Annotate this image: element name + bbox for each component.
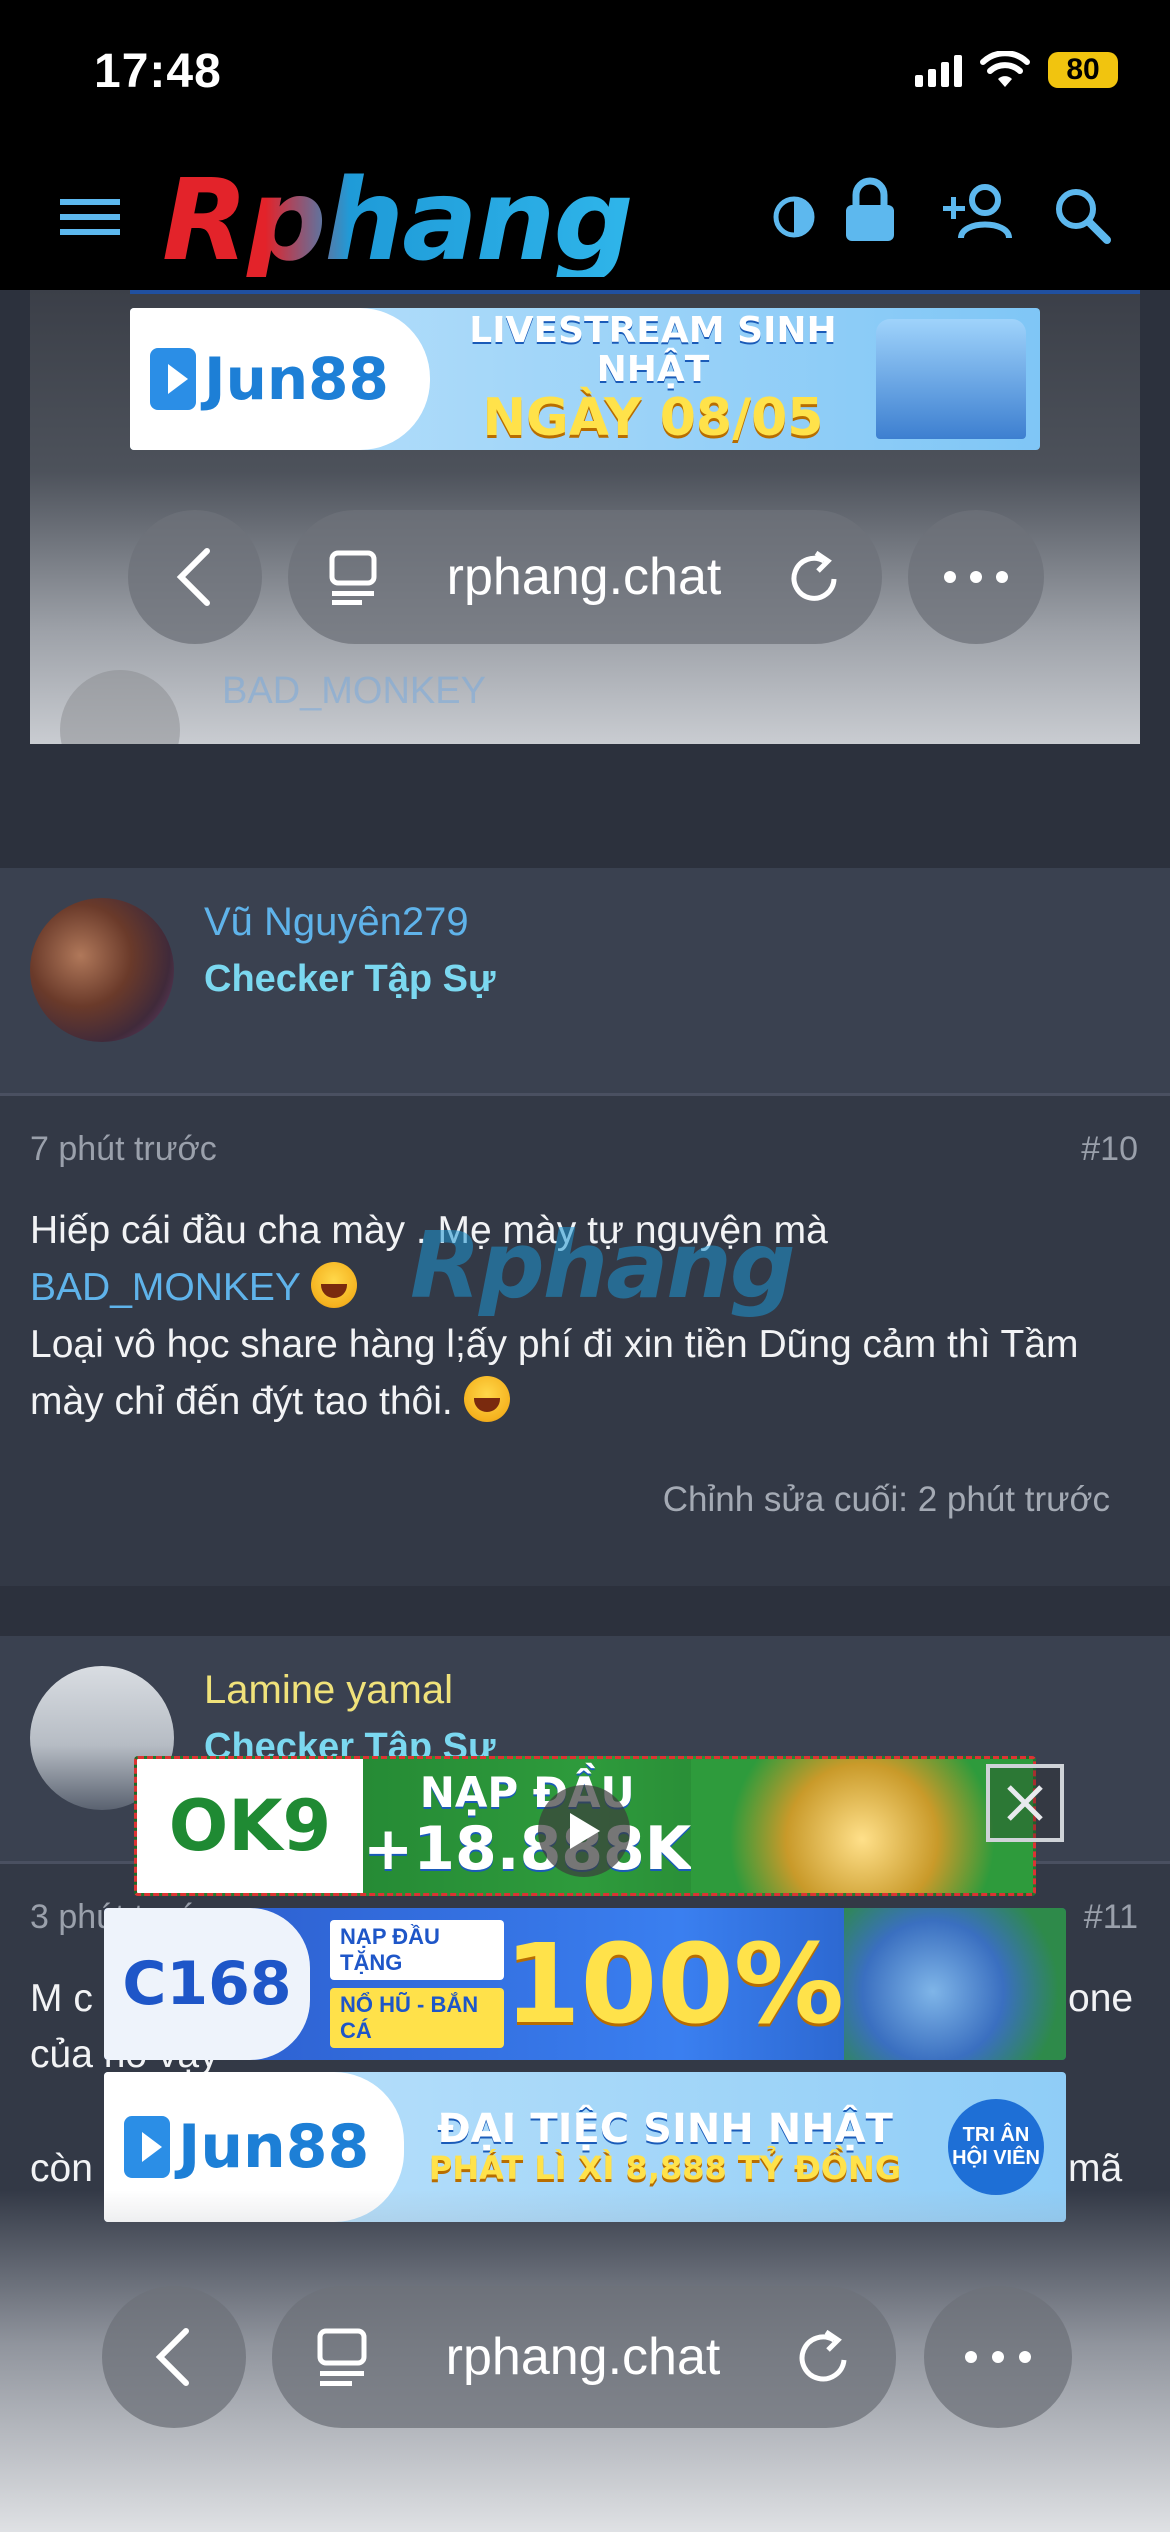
wifi-icon [980,51,1030,87]
theme-toggle-icon[interactable] [772,193,816,241]
ok9-logo: OK9 [137,1759,363,1893]
c168-big-text: 100% [504,1923,844,2045]
post-10-edited[interactable]: Chỉnh sửa cuối: 2 phút trước [663,1480,1110,1520]
browser-more-button[interactable] [908,510,1044,644]
post-11-number[interactable]: #11 [1084,1898,1138,1937]
close-ad-button[interactable] [986,1764,1064,1842]
browser-url-bar[interactable]: rphang.chat [272,2286,896,2428]
browser-url-bar[interactable]: rphang.chat [288,510,882,644]
browser-more-button[interactable] [924,2286,1072,2428]
ok9-promo-image [691,1759,1033,1893]
reload-icon[interactable] [790,549,842,605]
site-logo[interactable]: Rphang [162,165,634,277]
post-10-text-2: Loại vô học share hàng l;ấy phí đi xin t… [30,1323,1079,1423]
ad-banner-c168[interactable]: C168 NẠP ĐẦU TẶNG NỔ HŨ - BẮN CÁ 100% [104,1908,1066,2060]
browser-url: rphang.chat [445,2328,721,2386]
c168-logo: C168 [104,1908,311,2060]
ad-line1: LIVESTREAM SINH NHẬT [469,309,837,391]
browser-url: rphang.chat [446,548,722,606]
c168-mascot-image [843,1908,1066,2060]
c168-sub1: NẠP ĐẦU TẶNG [330,1920,505,1980]
post-10-time[interactable]: 7 phút trước [30,1130,217,1169]
post-11-line1-start: M c [30,1977,93,2020]
page-menu-icon[interactable] [316,2327,368,2387]
menu-icon[interactable] [58,193,122,241]
post-11-line1-end: one [1068,1977,1134,2020]
post-11-username[interactable]: Lamine yamal [204,1668,453,1713]
cake-image [876,319,1026,439]
laughing-emoji-icon [463,1376,510,1422]
lock-icon[interactable] [842,175,898,245]
search-icon[interactable] [1052,185,1112,245]
post-separator [0,1586,1170,1636]
more-dots-icon [965,2351,1031,2363]
post-10-mention[interactable]: BAD_MONKEY [30,1266,300,1309]
more-dots-icon [944,571,1008,583]
ok9-text: NẠP ĐẦU +18.888K [363,1767,692,1885]
post-10-header: Vũ Nguyên279 Checker Tập Sự [0,868,1170,1096]
battery-indicator: 80 [1048,52,1118,88]
jun88-brand: Jun88 [204,345,389,413]
close-icon [1007,1785,1043,1821]
c168-sub-text: NẠP ĐẦU TẶNG NỔ HŨ - BẮN CÁ [330,1920,505,2048]
post-10-username[interactable]: Vũ Nguyên279 [204,900,469,945]
play-icon [570,1813,600,1849]
ad-banner-jun88-top[interactable]: Jun88 LIVESTREAM SINH NHẬT NGÀY 08/05 [130,308,1040,450]
status-bar: 17:48 80 [0,0,1170,145]
post-11-line3-start: còn [30,2147,93,2190]
register-user-icon[interactable] [940,181,1014,241]
faded-username: BAD_MONKEY [222,670,486,712]
status-icons: 80 [915,48,1118,92]
chevron-left-icon [176,548,210,606]
post-10-user-title: Checker Tập Sự [204,958,496,1000]
ok9-line1: NẠP ĐẦU [419,1767,635,1817]
chevron-left-icon [155,2328,189,2386]
ad-banner-text: LIVESTREAM SINH NHẬT NGÀY 08/05 [430,309,876,448]
jun88-mark-icon [150,348,196,410]
post-separator [0,744,1170,868]
ad-line2: NGÀY 08/05 [482,388,824,448]
jun88-mark-icon [124,2116,170,2178]
avatar[interactable] [30,898,174,1042]
c168-sub2: NỔ HŨ - BẮN CÁ [330,1988,505,2048]
reload-icon[interactable] [798,2328,852,2386]
media-edge [130,290,1140,294]
app-header: Rphang [0,145,1170,290]
jun88-logo: Jun88 [130,308,430,450]
ad-line2: PHÁT LÌ XÌ 8,888 TỶ ĐỒNG [428,2149,902,2188]
c168-big: 100% [504,1919,844,2048]
laughing-emoji-icon [311,1262,358,1308]
jun88-brand: Jun88 [178,2112,370,2182]
faded-avatar [60,670,180,744]
ad-banner-text: ĐẠI TIỆC SINH NHẬT PHÁT LÌ XÌ 8,888 TỶ Đ… [404,2107,926,2186]
browser-back-button[interactable] [128,510,262,644]
ad-badge-text: TRI ÂN HỘI VIÊN [948,2099,1044,2195]
post-10-number[interactable]: #10 [1081,1130,1138,1169]
post-11-line3-end: mã [1068,2147,1123,2190]
ok9-line2: +18.888K [363,1814,692,1885]
ad-line1: ĐẠI TIỆC SINH NHẬT [437,2106,893,2153]
cellular-signal-icon [915,53,962,87]
site-watermark: Rphang [410,1212,796,1319]
page-menu-icon[interactable] [328,549,378,605]
browser-back-button[interactable] [102,2286,246,2428]
play-button[interactable] [538,1785,630,1877]
status-time: 17:48 [94,45,222,98]
